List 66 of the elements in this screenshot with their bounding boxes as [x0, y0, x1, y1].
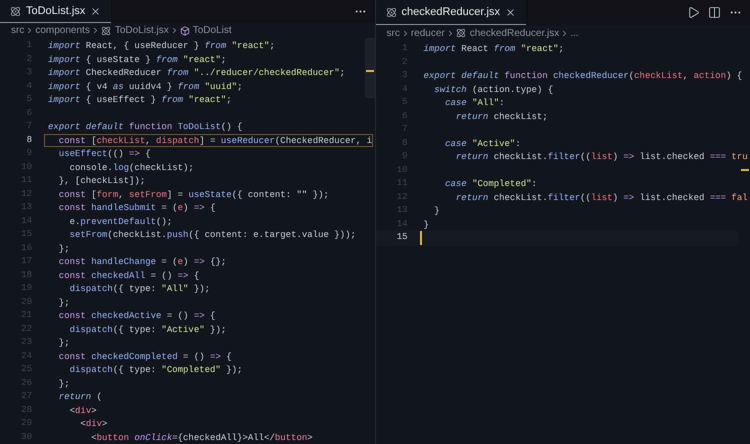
- close-icon[interactable]: [90, 6, 102, 16]
- overview-ruler-mark: [741, 169, 749, 171]
- code-line: export default function checkedReducer(checkList, action) {: [422, 70, 744, 82]
- code-line: export default function ToDoList() {: [47, 121, 244, 134]
- overview-ruler-mark: [366, 70, 374, 72]
- editor-tab[interactable]: ToDoList.jsx: [0, 0, 112, 23]
- code-line: const checkedActive = () => {: [58, 310, 216, 322]
- breadcrumb-item[interactable]: reducer: [410, 26, 445, 40]
- code-line: const checkedCompleted = () => {: [58, 350, 233, 363]
- breadcrumb-item[interactable]: components: [35, 23, 90, 38]
- play-icon[interactable]: [687, 6, 700, 19]
- code-line: import { useEffect } from "react";: [47, 94, 233, 106]
- code-line: };: [58, 378, 71, 390]
- breadcrumb-item[interactable]: src: [11, 23, 24, 38]
- code-line: useEffect(() => {: [58, 148, 152, 160]
- react-icon: [386, 6, 396, 18]
- breadcrumb-item[interactable]: ToDoList.jsx: [114, 23, 169, 38]
- code-line: <div>: [68, 404, 98, 417]
- code-line: const handleSubmit = (e) => {: [58, 202, 216, 214]
- code-line: import { v4 as uuidv4 } from "uuid";: [47, 80, 244, 93]
- code-line: import React from "react";: [422, 43, 565, 56]
- close-icon[interactable]: [504, 6, 516, 18]
- react-icon: [100, 26, 111, 36]
- code-line: }: [433, 205, 441, 218]
- code-line: case "All":: [444, 97, 506, 110]
- tab-label: ToDoList.jsx: [26, 4, 86, 19]
- code-line: const checkedAll = () => {: [58, 270, 200, 282]
- split-editor-icon[interactable]: [708, 6, 721, 19]
- code-line: dispatch({ type: "Completed" });: [68, 364, 244, 376]
- code-line: <button onClick={checkedAll}>All</button>: [90, 432, 314, 444]
- code-line: dispatch({ type: "All" });: [68, 283, 212, 296]
- code-line: import { useState } from "react";: [47, 54, 228, 66]
- breadcrumb-item[interactable]: src: [386, 26, 400, 40]
- code-line: setFrom(checkList.push({ content: e.target.value }));: [68, 229, 357, 242]
- code-line: };: [58, 242, 71, 255]
- editor-tab[interactable]: checkedReducer.jsx: [376, 0, 526, 25]
- code-line: const handleChange = (e) => {};: [58, 256, 228, 268]
- code-line: }, [checkList]);: [58, 175, 146, 188]
- code-line: console.log(checkList);: [68, 162, 195, 174]
- breadcrumb-item[interactable]: ToDoList: [192, 23, 232, 38]
- code-line: };: [58, 296, 71, 309]
- breadcrumb-item[interactable]: ...: [570, 26, 579, 40]
- code-line: import CheckedReducer from "../reducer/checkedReducer";: [47, 67, 346, 80]
- code-line: return checkList;: [454, 110, 549, 123]
- react-icon: [10, 6, 21, 16]
- code-line: return checkList.filter((list) => list.checked === fal: [454, 192, 749, 204]
- text-cursor: [420, 231, 422, 244]
- code-line: const [form, setFrom] = useState({ content: "" });: [58, 188, 330, 201]
- code-line: };: [58, 337, 71, 350]
- tab-label: checkedReducer.jsx: [402, 4, 500, 20]
- line-number: 8: [26, 134, 33, 146]
- code-line: import React, { useReducer } from "react";: [47, 40, 276, 52]
- code-line: case "Completed":: [444, 178, 538, 190]
- line-number: 15: [396, 231, 408, 244]
- code-line: return (: [58, 391, 104, 404]
- code-line: <div>: [79, 418, 108, 430]
- cube-icon: [180, 26, 190, 36]
- breadcrumb-item[interactable]: checkedReducer.jsx: [470, 26, 560, 40]
- code-line: }: [422, 218, 430, 231]
- code-line: e.preventDefault();: [68, 216, 174, 228]
- code-line: return checkList.filter((list) => list.checked === tru: [454, 151, 749, 164]
- code-line: dispatch({ type: "Active" });: [68, 324, 228, 336]
- scrollbar-thumb[interactable]: [364, 38, 374, 98]
- react-icon: [456, 28, 466, 38]
- code-line: switch (action.type) {: [433, 84, 554, 96]
- code-line: case "Active":: [444, 138, 522, 150]
